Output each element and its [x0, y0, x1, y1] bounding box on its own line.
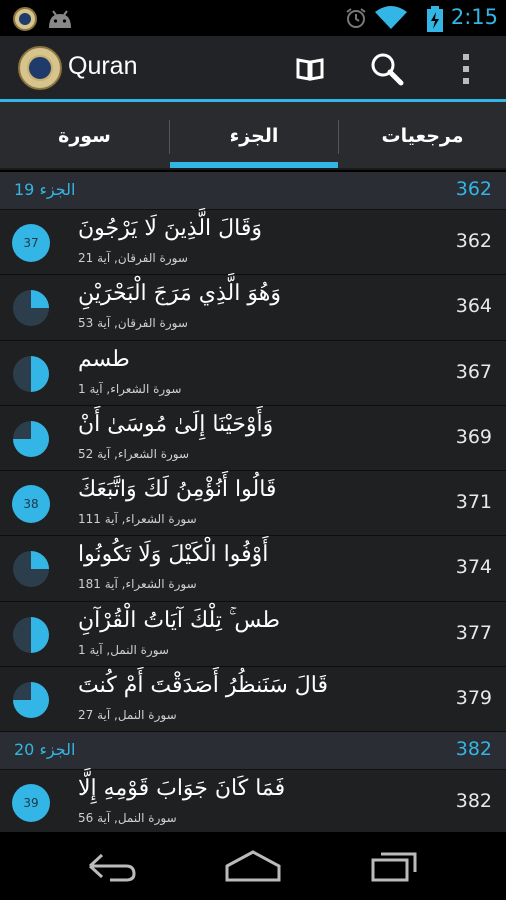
list-item[interactable]: وَهُوَ الَّذِي مَرَجَ الْبَحْرَيْنِ سورة …: [0, 275, 506, 341]
tab-juz[interactable]: الجزء: [170, 102, 338, 170]
page-number: 369: [455, 425, 492, 448]
tab-bar: سورة الجزء مرجعيات: [0, 102, 506, 170]
section-header: الجزء 20 382: [0, 732, 506, 771]
search-icon[interactable]: [366, 48, 408, 90]
tab-sura[interactable]: سورة: [0, 102, 169, 170]
ayah-text: طس ۚ تِلْكَ آيَاتُ الْقُرْآنِ: [78, 607, 280, 633]
juz-list[interactable]: الجزء 19 362 37 وَقَالَ الَّذِينَ لَا يَر…: [0, 172, 506, 832]
page-number: 377: [455, 621, 492, 644]
ayah-text: وَأَوْحَيْنَا إِلَىٰ مُوسَىٰ أَنْ: [78, 411, 274, 437]
ayah-text: قَالُوا أَنُؤْمِنُ لَكَ وَاتَّبَعَكَ: [78, 477, 277, 503]
page-number: 374: [455, 556, 492, 579]
tab-juz-label: الجزء: [229, 125, 279, 147]
status-time: 2:15: [450, 5, 498, 29]
section-page: 362: [455, 178, 492, 200]
sura-ayah-label: سورة النمل, آية 27: [78, 708, 177, 723]
section-title: الجزء 19: [14, 180, 76, 199]
tab-bookmarks-label: مرجعيات: [381, 125, 464, 147]
quarter-progress-icon: [12, 289, 50, 327]
quarter-progress-icon: [12, 616, 50, 654]
quarter-progress-icon: [12, 355, 50, 393]
home-icon[interactable]: [221, 846, 285, 886]
list-item[interactable]: طسم سورة الشعراء, آية 1 367: [0, 340, 506, 406]
action-bar: Quran: [0, 36, 506, 102]
book-icon[interactable]: [289, 48, 331, 90]
recent-apps-icon[interactable]: [363, 846, 427, 886]
sura-ayah-label: سورة النمل, آية 1: [78, 642, 169, 657]
ayah-text: قَالَ سَنَنظُرُ أَصَدَقْتَ أَمْ كُنتَ: [78, 673, 328, 699]
app-title: Quran: [68, 52, 138, 80]
quran-notification-icon: [12, 6, 38, 36]
list-item[interactable]: قَالَ سَنَنظُرُ أَصَدَقْتَ أَمْ كُنتَ سور…: [0, 667, 506, 733]
section-header: الجزء 19 362: [0, 172, 506, 210]
page-number: 362: [455, 230, 492, 252]
list-item[interactable]: وَأَوْحَيْنَا إِلَىٰ مُوسَىٰ أَنْ سورة ال…: [0, 405, 506, 472]
page-number: 379: [455, 687, 492, 710]
app-logo-icon[interactable]: [18, 46, 62, 90]
list-item[interactable]: 39 فَمَا كَانَ جَوَابَ قَوْمِهِ إِلَّا سور…: [0, 770, 506, 832]
sura-ayah-label: سورة الشعراء, آية 181: [78, 577, 197, 592]
overflow-menu-icon[interactable]: [445, 48, 487, 90]
sura-ayah-label: سورة الشعراء, آية 111: [78, 512, 197, 527]
section-title: الجزء 20: [14, 740, 76, 760]
wifi-icon: [374, 6, 408, 34]
battery-charging-icon: [426, 6, 444, 36]
list-item[interactable]: أَوْفُوا الْكَيْلَ وَلَا تَكُونُوا سورة ا…: [0, 536, 506, 602]
section-page: 382: [455, 738, 492, 761]
ayah-text: وَقَالَ الَّذِينَ لَا يَرْجُونَ: [78, 216, 262, 241]
list-item[interactable]: 37 وَقَالَ الَّذِينَ لَا يَرْجُونَ سورة ال…: [0, 210, 506, 276]
sura-ayah-label: سورة الفرقان, آية 21: [78, 251, 188, 265]
ayah-text: طسم: [78, 346, 130, 372]
ayah-text: أَوْفُوا الْكَيْلَ وَلَا تَكُونُوا: [78, 542, 269, 568]
quarter-progress-icon: [12, 550, 50, 588]
list-item[interactable]: طس ۚ تِلْكَ آيَاتُ الْقُرْآنِ سورة النمل,…: [0, 601, 506, 668]
sura-ayah-label: سورة الشعراء, آية 1: [78, 381, 182, 396]
status-bar: 2:15: [0, 0, 506, 36]
hizb-number-badge: 39: [12, 784, 50, 823]
tab-bar-bottom: [0, 168, 506, 170]
navigation-bar: [0, 832, 506, 900]
page-number: 382: [455, 790, 492, 813]
sura-ayah-label: سورة الفرقان, آية 53: [78, 316, 188, 331]
sura-ayah-label: سورة الشعراء, آية 52: [78, 446, 190, 461]
list-item[interactable]: 38 قَالُوا أَنُؤْمِنُ لَكَ وَاتَّبَعَكَ سو…: [0, 471, 506, 537]
quarter-progress-icon: [12, 420, 50, 458]
sura-ayah-label: سورة النمل, آية 56: [78, 811, 177, 826]
page-number: 364: [455, 295, 492, 318]
hizb-number-badge: 37: [12, 224, 50, 262]
page-number: 367: [455, 360, 492, 383]
tab-bookmarks[interactable]: مرجعيات: [339, 102, 506, 170]
ayah-text: وَهُوَ الَّذِي مَرَجَ الْبَحْرَيْنِ: [78, 281, 281, 307]
alarm-icon: [344, 6, 368, 34]
ayah-text: فَمَا كَانَ جَوَابَ قَوْمِهِ إِلَّا: [78, 776, 286, 802]
tab-sura-label: سورة: [58, 125, 111, 147]
android-icon: [46, 6, 74, 34]
hizb-number-badge: 38: [12, 485, 50, 524]
back-icon[interactable]: [80, 846, 144, 886]
page-number: 371: [455, 491, 492, 514]
quarter-progress-icon: [12, 681, 50, 719]
